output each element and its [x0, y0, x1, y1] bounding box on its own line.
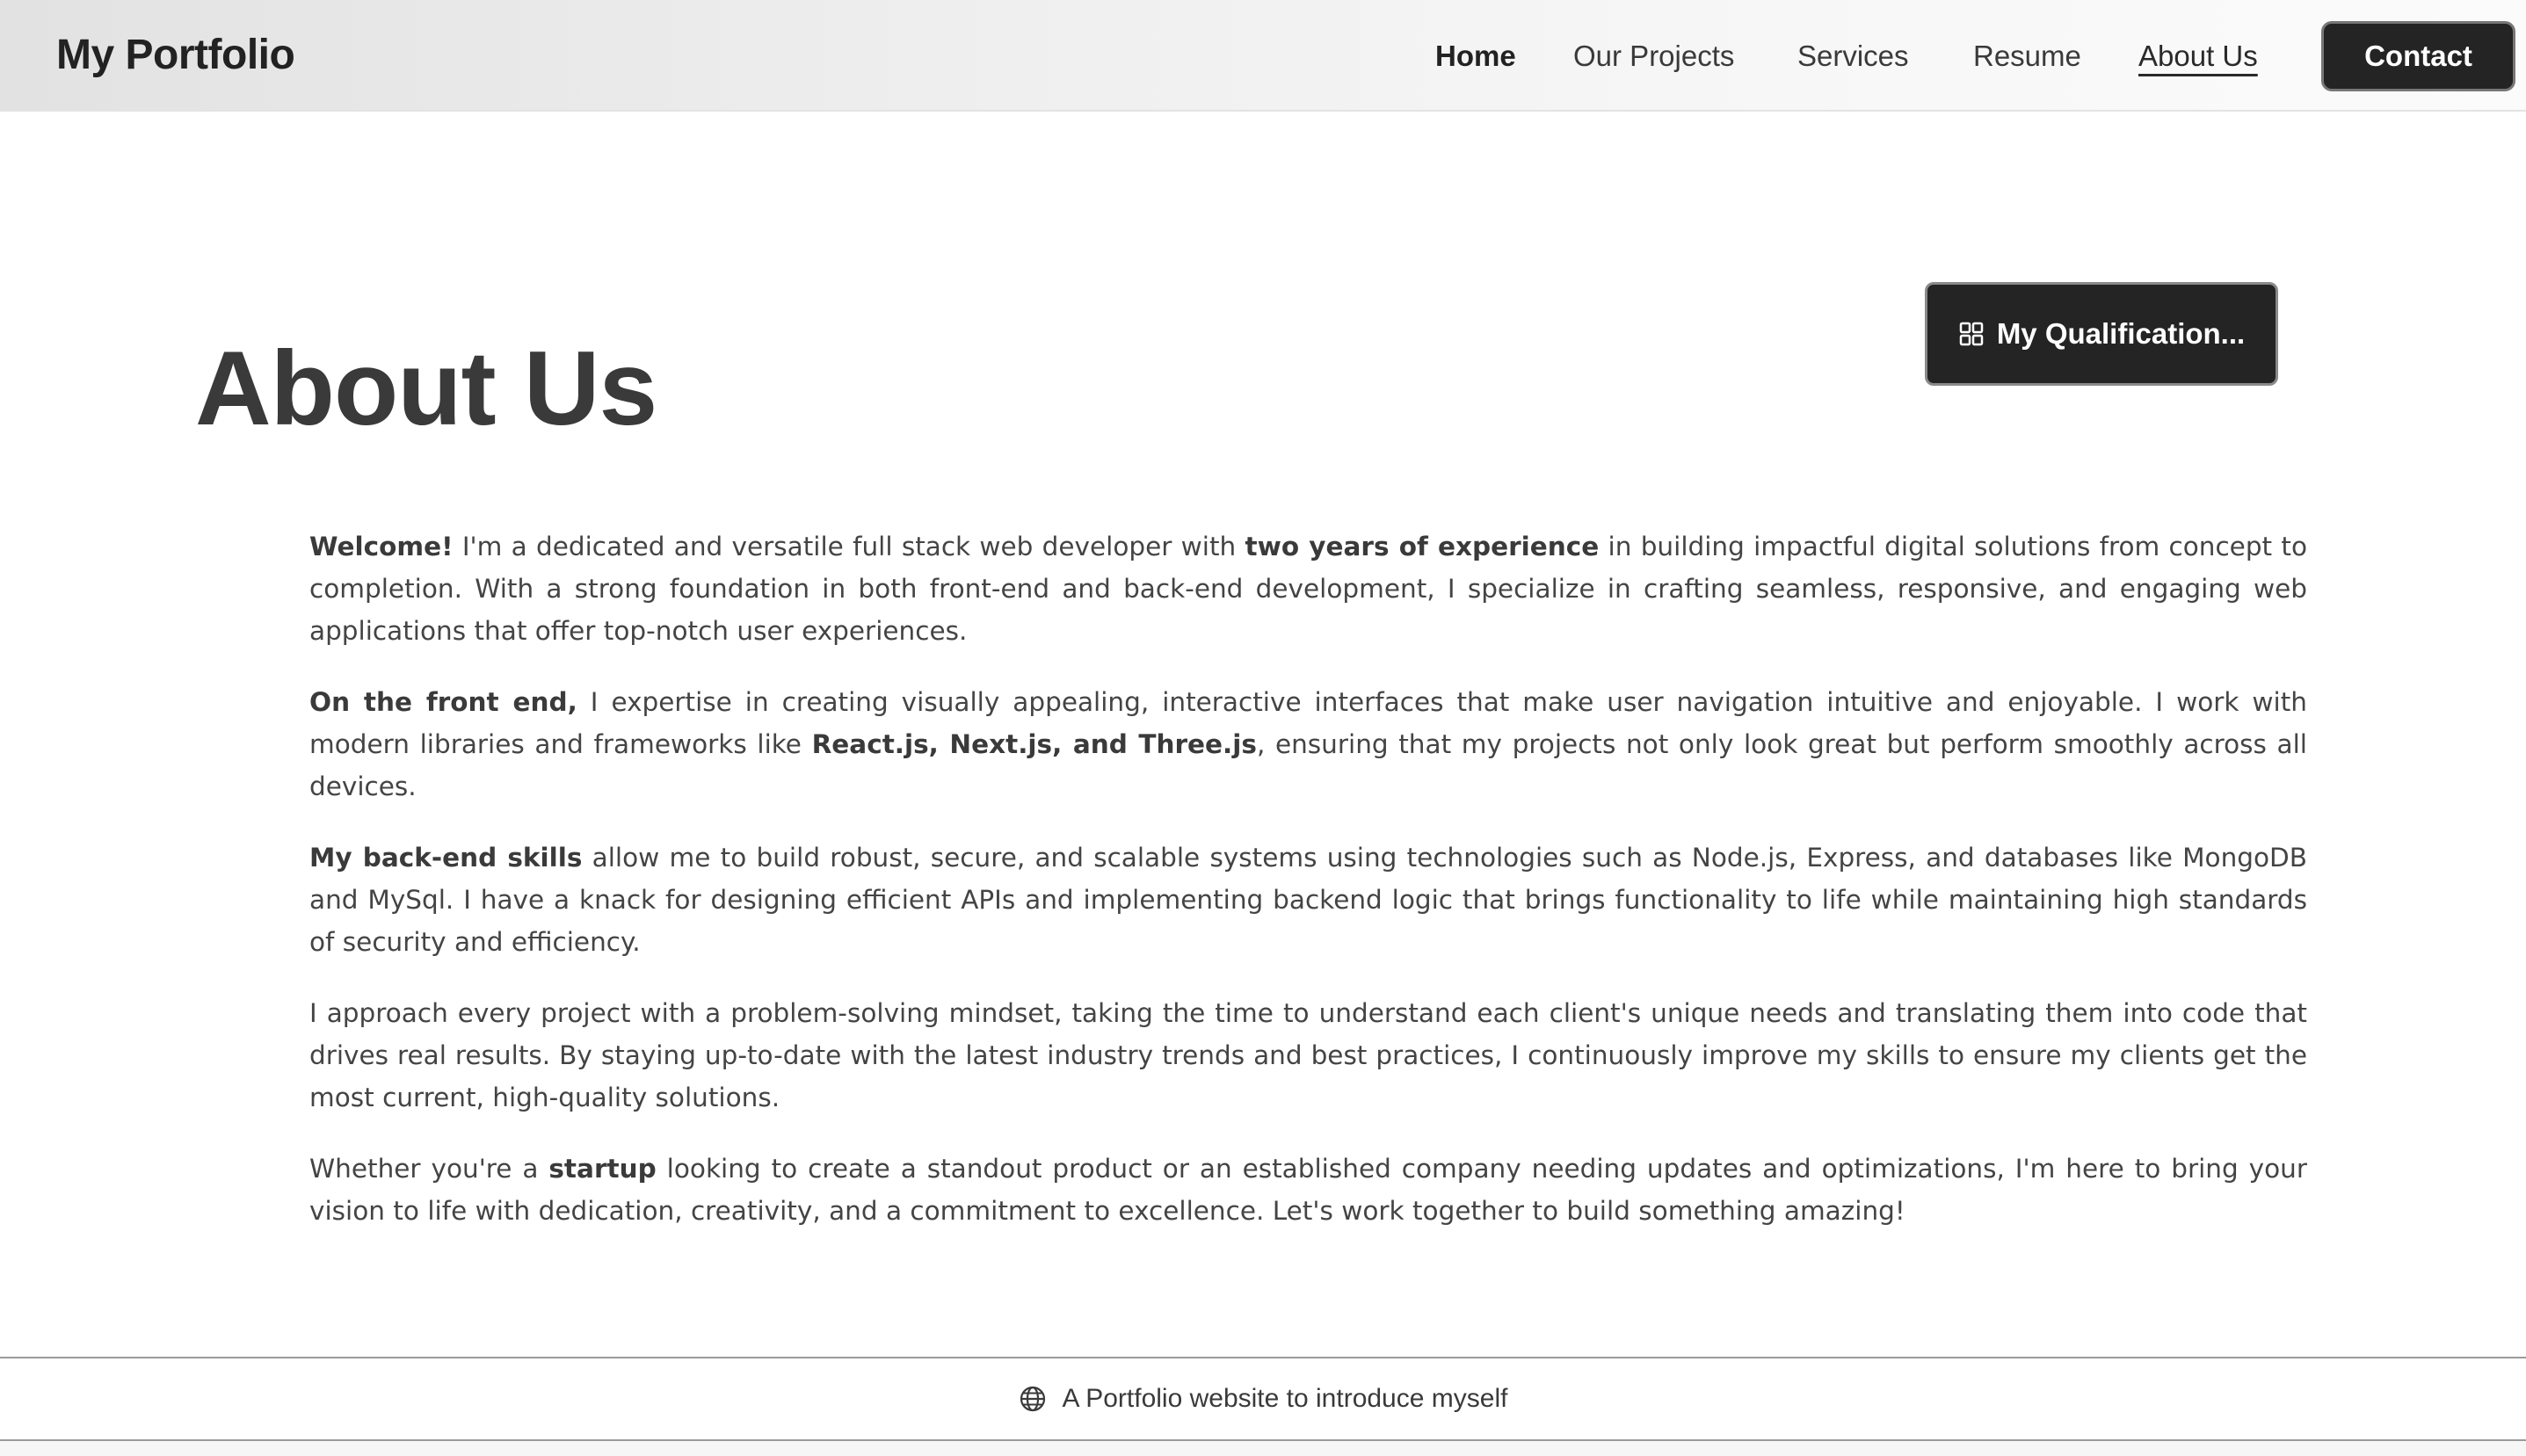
grid-icon: [1958, 321, 1985, 347]
nav-link-about-us[interactable]: About Us: [2138, 35, 2258, 77]
nav-link-resume[interactable]: Resume: [1973, 35, 2081, 77]
emphasis-text: React.js, Next.js, and Three.js: [811, 729, 1257, 759]
emphasis-text: My back-end skills: [309, 843, 583, 873]
footer-bottom-strip: [0, 1441, 2526, 1456]
footer: A Portfolio website to introduce myself: [0, 1357, 2526, 1441]
emphasis-text: two years of experience: [1245, 532, 1600, 561]
nav-link-home[interactable]: Home: [1435, 35, 1516, 77]
nav-link-services[interactable]: Services: [1797, 35, 1909, 77]
paragraph-text: I approach every project with a problem-…: [309, 998, 2307, 1112]
about-paragraph: My back-end skills allow me to build rob…: [309, 837, 2307, 963]
emphasis-text: startup: [548, 1154, 657, 1184]
about-paragraph: Welcome! I'm a dedicated and versatile f…: [309, 525, 2307, 652]
globe-icon: [1019, 1385, 1047, 1413]
page: My Portfolio Home Our Projects Services …: [0, 0, 2526, 1456]
qualification-label: My Qualification...: [1996, 317, 2246, 350]
about-content: Welcome! I'm a dedicated and versatile f…: [309, 525, 2307, 1261]
emphasis-text: Welcome!: [309, 532, 454, 561]
page-title: About Us: [195, 330, 657, 447]
about-paragraph: Whether you're a startup looking to crea…: [309, 1148, 2307, 1232]
paragraph-text: allow me to build robust, secure, and sc…: [309, 843, 2308, 957]
paragraph-text: I'm a dedicated and versatile full stack…: [453, 532, 1245, 561]
paragraph-text: Whether you're a: [309, 1154, 549, 1184]
navbar: My Portfolio Home Our Projects Services …: [0, 0, 2526, 112]
about-paragraph: On the front end, I expertise in creatin…: [309, 681, 2307, 808]
brand-logo[interactable]: My Portfolio: [56, 26, 295, 84]
emphasis-text: On the front end,: [309, 687, 577, 717]
footer-text: A Portfolio website to introduce myself: [1062, 1384, 1508, 1413]
contact-button[interactable]: Contact: [2321, 21, 2515, 91]
about-paragraph: I approach every project with a problem-…: [309, 992, 2307, 1119]
nav-link-our-projects[interactable]: Our Projects: [1573, 35, 1734, 77]
qualification-button[interactable]: My Qualification...: [1925, 282, 2278, 386]
